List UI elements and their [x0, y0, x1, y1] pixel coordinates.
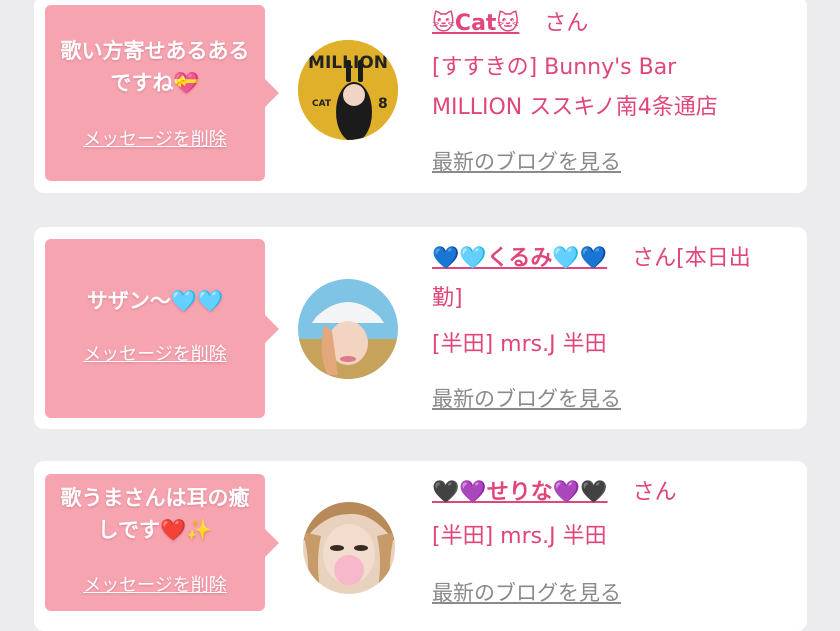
- honorific: さん: [544, 11, 589, 36]
- latest-blog-link[interactable]: 最新のブログを見る: [432, 383, 621, 413]
- message-bubble: サザン〜🩵🩵 メッセージを削除: [45, 239, 279, 418]
- avatar[interactable]: MILLION CAT 8: [298, 40, 398, 140]
- message-card: 歌い方寄せあるあるですね💝 メッセージを削除 MILLION CAT 8 🐱Ca…: [34, 0, 807, 193]
- shop-name: [すすきの] Bunny's Bar: [432, 55, 677, 80]
- delete-message-link[interactable]: メッセージを削除: [45, 340, 265, 366]
- message-bubble: 歌い方寄せあるあるですね💝 メッセージを削除: [45, 5, 279, 181]
- avatar[interactable]: [303, 502, 395, 594]
- avatar-image: [303, 502, 395, 594]
- shop-name: [半田] mrs.J 半田: [432, 524, 607, 549]
- shop-name-cont: MILLION ススキノ南4条通店: [432, 95, 718, 120]
- cast-info: 🐱Cat🐱 さん [すすきの] Bunny's Bar MILLION ススキノ…: [432, 4, 797, 189]
- attendance-status: 勤]: [432, 286, 463, 311]
- avatar-image: MILLION CAT 8: [298, 40, 398, 140]
- shop-name: [半田] mrs.J 半田: [432, 332, 607, 357]
- cast-info: 💙🩵くるみ🩵💙 さん[本日出 勤] [半田] mrs.J 半田 最新のブログを見…: [432, 239, 797, 424]
- honorific: さん: [632, 480, 677, 505]
- cast-name-link[interactable]: 🖤💜せりな💜🖤: [432, 480, 608, 505]
- delete-message-link[interactable]: メッセージを削除: [45, 571, 265, 597]
- message-text: 歌うまさんは耳の癒しです❤️✨: [60, 486, 250, 542]
- message-text: サザン〜🩵🩵: [86, 289, 224, 313]
- message-bubble: 歌うまさんは耳の癒しです❤️✨ メッセージを削除: [45, 474, 279, 611]
- avatar[interactable]: [298, 279, 398, 379]
- cast-name-line: 🖤💜せりな💜🖤 さん: [432, 473, 797, 513]
- avatar-sub-text: CAT: [312, 99, 332, 109]
- avatar-image: [298, 279, 398, 379]
- cast-info: 🖤💜せりな💜🖤 さん [半田] mrs.J 半田 最新のブログを見る: [432, 473, 797, 623]
- latest-blog-link[interactable]: 最新のブログを見る: [432, 146, 621, 176]
- latest-blog-link[interactable]: 最新のブログを見る: [432, 577, 621, 607]
- message-card: サザン〜🩵🩵 メッセージを削除 💙🩵くるみ🩵💙 さん[本日出 勤] [半田] m…: [34, 227, 807, 429]
- cast-name-line: 🐱Cat🐱 さん: [432, 4, 797, 44]
- cast-name-line: 💙🩵くるみ🩵💙 さん[本日出: [432, 239, 797, 279]
- cast-name-link[interactable]: 💙🩵くるみ🩵💙: [432, 246, 607, 271]
- delete-message-link[interactable]: メッセージを削除: [45, 125, 265, 151]
- avatar-num-text: 8: [378, 96, 388, 112]
- cast-name-link[interactable]: 🐱Cat🐱: [432, 11, 519, 36]
- message-card: 歌うまさんは耳の癒しです❤️✨ メッセージを削除 🖤💜せりな💜🖤 さん [半田]…: [34, 461, 807, 631]
- honorific: さん[本日出: [632, 246, 751, 271]
- message-text: 歌い方寄せあるあるですね💝: [60, 39, 250, 95]
